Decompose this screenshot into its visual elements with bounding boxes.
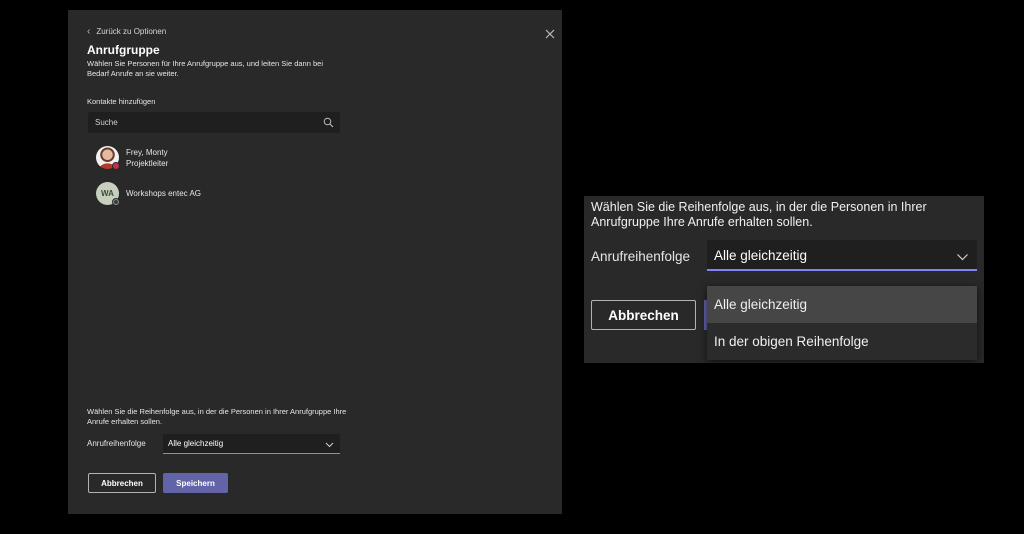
call-order-value: Alle gleichzeitig <box>714 248 808 263</box>
cancel-button[interactable]: Abbrechen <box>591 300 696 330</box>
presence-busy-icon <box>112 162 120 170</box>
avatar: WA <box>96 182 120 206</box>
presence-offline-icon <box>112 198 120 206</box>
page-subtitle: Wählen Sie Personen für Ihre Anrufgruppe… <box>87 59 323 78</box>
avatar-initials: WA <box>101 189 114 198</box>
cancel-button[interactable]: Abbrechen <box>88 473 156 493</box>
contact-name: Workshops entec AG <box>126 189 201 198</box>
chevron-down-icon <box>325 442 334 448</box>
order-label: Anrufreihenfolge <box>87 439 146 448</box>
contact-search <box>88 112 340 133</box>
order-description: Wählen Sie die Reihenfolge aus, in der d… <box>87 407 347 426</box>
contact-item[interactable]: Frey, Monty Projektleiter <box>96 146 169 170</box>
close-icon[interactable] <box>543 27 557 41</box>
call-order-value: Alle gleichzeitig <box>168 439 224 448</box>
call-group-dialog: ‹ Zurück zu Optionen Anrufgruppe Wählen … <box>68 10 562 514</box>
chevron-down-icon <box>957 254 968 261</box>
contact-name: Frey, Monty <box>126 147 168 157</box>
zoomed-order-panel: Wählen Sie die Reihenfolge aus, in der d… <box>584 196 984 363</box>
avatar <box>96 146 120 170</box>
call-order-select[interactable]: Alle gleichzeitig <box>707 240 977 271</box>
save-button[interactable]: Speichern <box>163 473 228 493</box>
call-order-dropdown: Alle gleichzeitig In der obigen Reihenfo… <box>707 286 977 360</box>
page-title: Anrufgruppe <box>87 43 160 57</box>
back-to-options-link[interactable]: ‹ Zurück zu Optionen <box>87 25 167 37</box>
order-label: Anrufreihenfolge <box>591 249 691 264</box>
add-contacts-label: Kontakte hinzufügen <box>87 97 156 106</box>
search-input[interactable] <box>88 112 340 133</box>
search-icon[interactable] <box>323 117 334 128</box>
chevron-left-icon: ‹ <box>87 25 91 37</box>
contact-role: Projektleiter <box>126 158 169 168</box>
call-order-select[interactable]: Alle gleichzeitig <box>163 434 340 454</box>
dropdown-option-all-at-once[interactable]: Alle gleichzeitig <box>707 286 977 323</box>
dropdown-option-in-order[interactable]: In der obigen Reihenfolge <box>707 323 977 360</box>
back-link-label: Zurück zu Optionen <box>96 27 167 36</box>
order-description: Wählen Sie die Reihenfolge aus, in der d… <box>591 200 927 229</box>
contact-item[interactable]: WA Workshops entec AG <box>96 182 201 206</box>
